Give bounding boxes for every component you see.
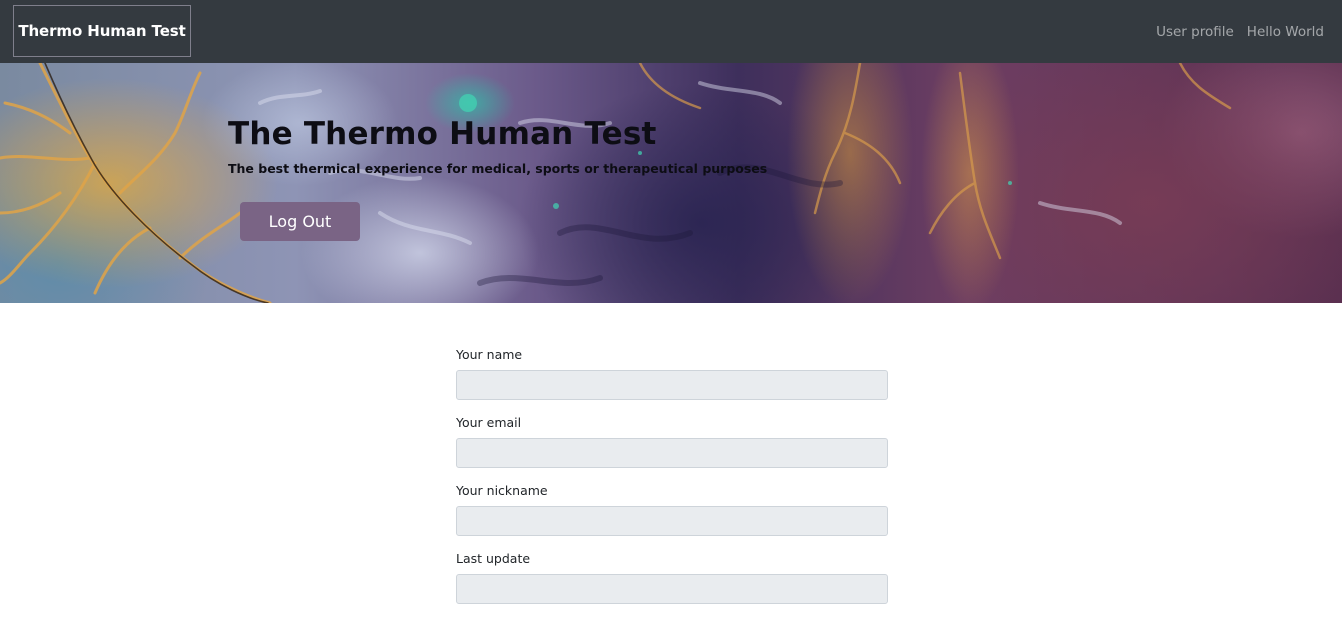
profile-form: Your name Your email Your nickname Last … bbox=[456, 345, 888, 617]
email-input[interactable] bbox=[456, 438, 888, 468]
name-label: Your name bbox=[456, 347, 523, 362]
hero-subtitle: The best thermical experience for medica… bbox=[228, 161, 768, 176]
nickname-label: Your nickname bbox=[456, 483, 548, 498]
last-update-input[interactable] bbox=[456, 574, 888, 604]
logout-button[interactable]: Log Out bbox=[240, 202, 360, 241]
nav-links: User profile Hello World bbox=[1156, 0, 1324, 63]
last-update-label: Last update bbox=[456, 551, 531, 566]
top-navbar: Thermo Human Test User profile Hello Wor… bbox=[0, 0, 1342, 63]
email-field-group: Your email bbox=[456, 413, 888, 468]
name-field-group: Your name bbox=[456, 345, 888, 400]
nav-link-user-profile[interactable]: User profile bbox=[1156, 24, 1234, 40]
nickname-field-group: Your nickname bbox=[456, 481, 888, 536]
brand-link[interactable]: Thermo Human Test bbox=[13, 5, 191, 57]
nav-link-hello-world[interactable]: Hello World bbox=[1247, 24, 1324, 40]
hero-title: The Thermo Human Test bbox=[228, 116, 657, 152]
satellite-terrain-image bbox=[0, 63, 1232, 303]
name-input[interactable] bbox=[456, 370, 888, 400]
nickname-input[interactable] bbox=[456, 506, 888, 536]
last-update-field-group: Last update bbox=[456, 549, 888, 604]
email-label: Your email bbox=[456, 415, 522, 430]
hero-banner: The Thermo Human Test The best thermical… bbox=[0, 63, 1342, 303]
